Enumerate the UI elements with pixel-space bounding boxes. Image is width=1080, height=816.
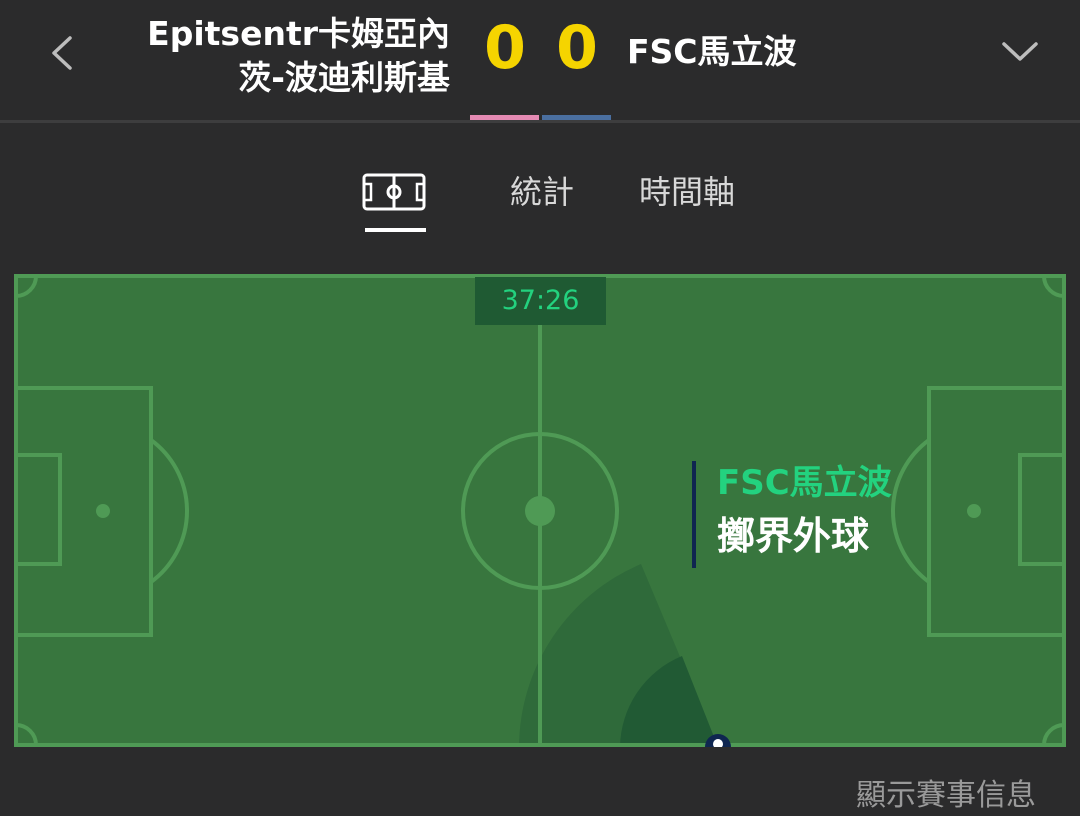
pitch-icon — [362, 173, 426, 211]
tab-bar: 統計 時間軸 — [0, 150, 1080, 250]
match-header: Epitsentr卡姆亞內 茨-波迪利斯基 0 0 FSC馬立波 — [0, 0, 1080, 120]
home-team-name: Epitsentr卡姆亞內 茨-波迪利斯基 — [120, 12, 450, 100]
expand-button[interactable] — [990, 22, 1050, 82]
tab-stats[interactable]: 統計 — [510, 168, 574, 216]
header-divider — [0, 120, 1080, 123]
home-score: 0 — [484, 13, 526, 83]
active-tab-indicator — [365, 228, 426, 232]
chevron-left-icon — [52, 36, 72, 70]
tab-timeline[interactable]: 時間軸 — [639, 168, 735, 216]
away-team-name: FSC馬立波 — [627, 32, 797, 71]
away-score: 0 — [556, 13, 598, 83]
match-clock: 37:26 — [475, 277, 606, 325]
back-button[interactable] — [40, 22, 90, 82]
event-type: 擲界外球 — [717, 514, 870, 558]
pitch — [14, 274, 1066, 760]
home-team-name-line1: Epitsentr卡姆亞內 — [147, 14, 450, 53]
event-callout: FSC馬立波 擲界外球 — [692, 461, 892, 568]
event-team-name: FSC馬立波 — [717, 463, 892, 503]
pitch-graphic — [14, 274, 1066, 760]
left-penalty-spot — [96, 504, 110, 518]
show-match-info-link[interactable]: 顯示賽事信息 — [856, 776, 1036, 816]
right-penalty-spot — [967, 504, 981, 518]
centre-spot — [525, 496, 555, 526]
chevron-down-icon — [1002, 42, 1038, 61]
tab-pitch[interactable] — [362, 172, 426, 212]
home-team-name-line2: 茨-波迪利斯基 — [238, 58, 450, 97]
